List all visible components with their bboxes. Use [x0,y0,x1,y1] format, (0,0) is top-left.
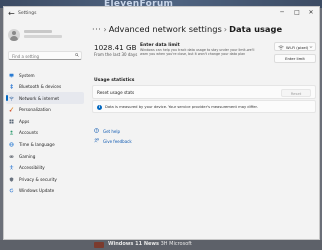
title-bar: ← Settings ─ □ ✕ [4,7,319,21]
globe-icon [9,142,14,147]
reset-usage-label: Reset usage stats [97,90,135,95]
bluetooth-icon [10,84,13,90]
sidebar-item-label: Time & language [19,142,55,148]
reset-usage-card: Reset usage stats Reset [92,85,316,99]
data-usage-summary: 1028.41 GB From the last 30 days Enter d… [92,42,316,68]
feedback-icon [94,138,99,143]
enter-limit-button[interactable]: Enter limit [274,54,316,63]
sidebar-item-label: Accessibility [19,165,45,171]
sidebar-item-windows-update[interactable]: Windows Update [6,185,84,197]
network-select-value: Wi-Fi (pixel) [286,45,309,50]
minimize-button[interactable]: ─ [275,8,289,18]
update-icon [9,188,14,193]
sidebar: Find a setting System Bluetooth & device… [4,21,86,239]
back-arrow-icon[interactable]: ← [8,9,15,18]
breadcrumb: ··· › Advanced network settings › Data usage [92,24,282,34]
give-feedback-label: Give feedback [103,138,132,144]
search-input[interactable]: Find a setting [8,51,82,60]
sidebar-item-label: Windows Update [19,188,55,194]
sidebar-item-label: Bluetooth & devices [19,84,62,90]
news-headline: Windows 11 News [108,241,160,247]
reset-button[interactable]: Reset [281,88,311,97]
sidebar-item-label: Apps [19,118,30,124]
sidebar-item-privacy[interactable]: Privacy & security [6,173,84,185]
sidebar-item-network[interactable]: Network & internet [6,92,84,104]
system-icon [9,73,14,77]
sidebar-item-label: System [19,72,35,78]
sidebar-item-accounts[interactable]: Accounts [6,127,84,139]
accessibility-icon [9,165,14,170]
settings-window: ← Settings ─ □ ✕ Find a setting System B… [3,6,320,240]
wifi-icon [278,45,284,50]
data-limit-description: Windows can help you track data usage to… [140,48,255,57]
usage-caption: From the last 30 days [94,52,138,57]
breadcrumb-separator: › [103,24,107,34]
active-indicator [6,95,8,102]
sidebar-item-label: Personalization [19,107,51,113]
search-icon [75,53,79,57]
info-card: i Data is measured by your device. Your … [92,100,316,113]
sidebar-item-label: Accounts [19,130,39,136]
shield-icon [9,177,14,182]
search-placeholder: Find a setting [12,53,40,59]
news-source: 3H Microsoft [160,241,192,247]
apps-icon [9,119,14,124]
close-button[interactable]: ✕ [304,8,318,18]
usage-statistics-title: Usage statistics [94,78,135,83]
network-select[interactable]: Wi-Fi (pixel) [274,42,316,51]
user-name-blurred [24,30,52,33]
taskbar: Windows 11 News 3H Microsoft [0,240,322,250]
chevron-down-icon [309,46,313,48]
sidebar-item-accessibility[interactable]: Accessibility [6,162,84,174]
news-widget[interactable]: Windows 11 News 3H Microsoft [108,241,192,247]
main-content: ··· › Advanced network settings › Data usage… [90,21,316,239]
brush-icon [9,107,14,112]
window-title: Settings [18,11,37,16]
maximize-button[interactable]: □ [290,8,304,18]
info-icon: i [97,104,102,110]
breadcrumb-parent[interactable]: Advanced network settings [109,24,222,34]
sidebar-item-system[interactable]: System [6,69,84,81]
page-title: Data usage [229,24,283,34]
avatar [8,29,20,41]
get-help-label: Get help [103,128,121,134]
sidebar-item-label: Network & internet [19,95,59,101]
accounts-icon [9,131,14,135]
sidebar-item-label: Gaming [19,153,36,159]
sidebar-item-time-language[interactable]: Time & language [6,139,84,151]
breadcrumb-ellipsis[interactable]: ··· [92,24,101,34]
network-icon [9,96,14,101]
user-profile[interactable] [8,29,86,51]
sidebar-nav: System Bluetooth & devices Network & int… [6,69,84,197]
sidebar-item-personalization[interactable]: Personalization [6,104,84,116]
sidebar-item-gaming[interactable]: Gaming [6,150,84,162]
gaming-icon [9,155,14,158]
help-icon [94,128,99,133]
usage-total: 1028.41 GB [94,43,137,52]
sidebar-item-apps[interactable]: Apps [6,115,84,127]
info-text: Data is measured by your device. Your se… [105,105,258,109]
user-email-blurred [24,35,62,38]
sidebar-item-label: Privacy & security [19,176,57,182]
sidebar-item-bluetooth[interactable]: Bluetooth & devices [6,81,84,93]
news-thumbnail [94,242,104,248]
breadcrumb-separator: › [223,24,228,34]
